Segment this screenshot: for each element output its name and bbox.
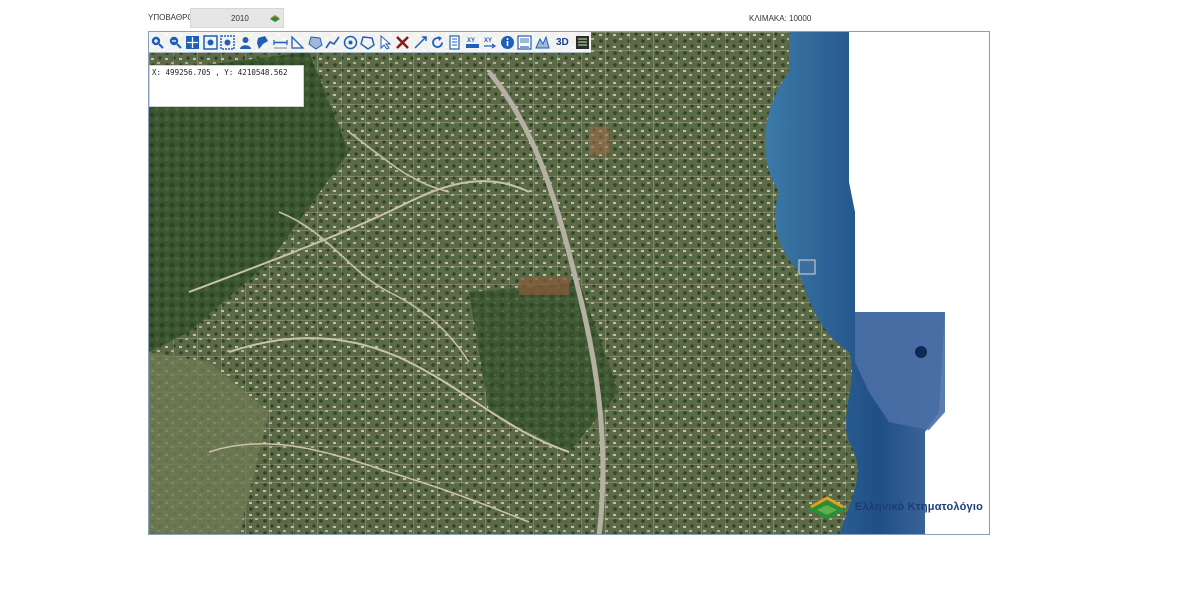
user-info-icon[interactable] bbox=[237, 34, 254, 51]
top-bar: ΥΠΟΒΑΘΡΟ: 2010 ΚΛΙΜΑΚΑ: 10000 bbox=[0, 0, 1191, 32]
legend-icon[interactable] bbox=[574, 34, 591, 51]
aerial-map-image[interactable] bbox=[149, 32, 990, 535]
brand-name: Ελληνικό Κτηματολόγιο bbox=[854, 501, 983, 513]
cadastre-logo-icon bbox=[270, 14, 280, 22]
svg-text:XY: XY bbox=[484, 38, 492, 44]
measure-angle-icon[interactable] bbox=[289, 34, 306, 51]
xy-coordinates-icon[interactable]: XY bbox=[464, 34, 481, 51]
basemap-value: 2010 bbox=[231, 14, 249, 23]
polygon-select-icon[interactable] bbox=[359, 34, 376, 51]
cadastre-logo-icon bbox=[806, 496, 847, 520]
refresh-icon[interactable] bbox=[429, 34, 446, 51]
svg-text:XY: XY bbox=[467, 38, 475, 44]
profile-icon[interactable] bbox=[534, 34, 551, 51]
scale-display: ΚΛΙΜΑΚΑ: 10000 bbox=[749, 14, 812, 23]
clear-icon[interactable] bbox=[394, 34, 411, 51]
select-arrow-icon[interactable] bbox=[377, 34, 394, 51]
map-toolbar: XY XY 3D bbox=[149, 32, 591, 53]
draw-line-icon[interactable] bbox=[324, 34, 341, 51]
coordinates-readout: X: 499256.705 , Y: 4210548.562 bbox=[152, 68, 288, 77]
measure-distance-icon[interactable] bbox=[272, 34, 289, 51]
basemap-label: ΥΠΟΒΑΘΡΟ: bbox=[148, 13, 196, 22]
circle-target-icon[interactable] bbox=[342, 34, 359, 51]
basemap-select[interactable]: 2010 bbox=[190, 8, 284, 28]
three-d-button[interactable]: 3D bbox=[552, 34, 574, 51]
pan-icon[interactable] bbox=[184, 34, 201, 51]
zoom-out-icon[interactable] bbox=[167, 34, 184, 51]
full-extent-icon[interactable] bbox=[202, 34, 219, 51]
zoom-box-icon[interactable] bbox=[219, 34, 236, 51]
coordinates-panel: X: 499256.705 , Y: 4210548.562 bbox=[149, 65, 304, 107]
locate-icon[interactable] bbox=[254, 34, 271, 51]
zoom-to-point-icon[interactable] bbox=[412, 34, 429, 51]
info-icon[interactable] bbox=[499, 34, 516, 51]
cadastre-brand: Ελληνικό Κτηματολόγιο bbox=[805, 492, 983, 522]
measure-area-icon[interactable] bbox=[307, 34, 324, 51]
xy-transform-icon[interactable]: XY bbox=[482, 34, 499, 51]
map-viewer[interactable]: XY XY 3D X: 499256.705 , Y: 4210548.562 … bbox=[148, 31, 990, 535]
print-icon[interactable] bbox=[447, 34, 464, 51]
zoom-in-icon[interactable] bbox=[149, 34, 166, 51]
map-layer-icon[interactable] bbox=[517, 34, 534, 51]
